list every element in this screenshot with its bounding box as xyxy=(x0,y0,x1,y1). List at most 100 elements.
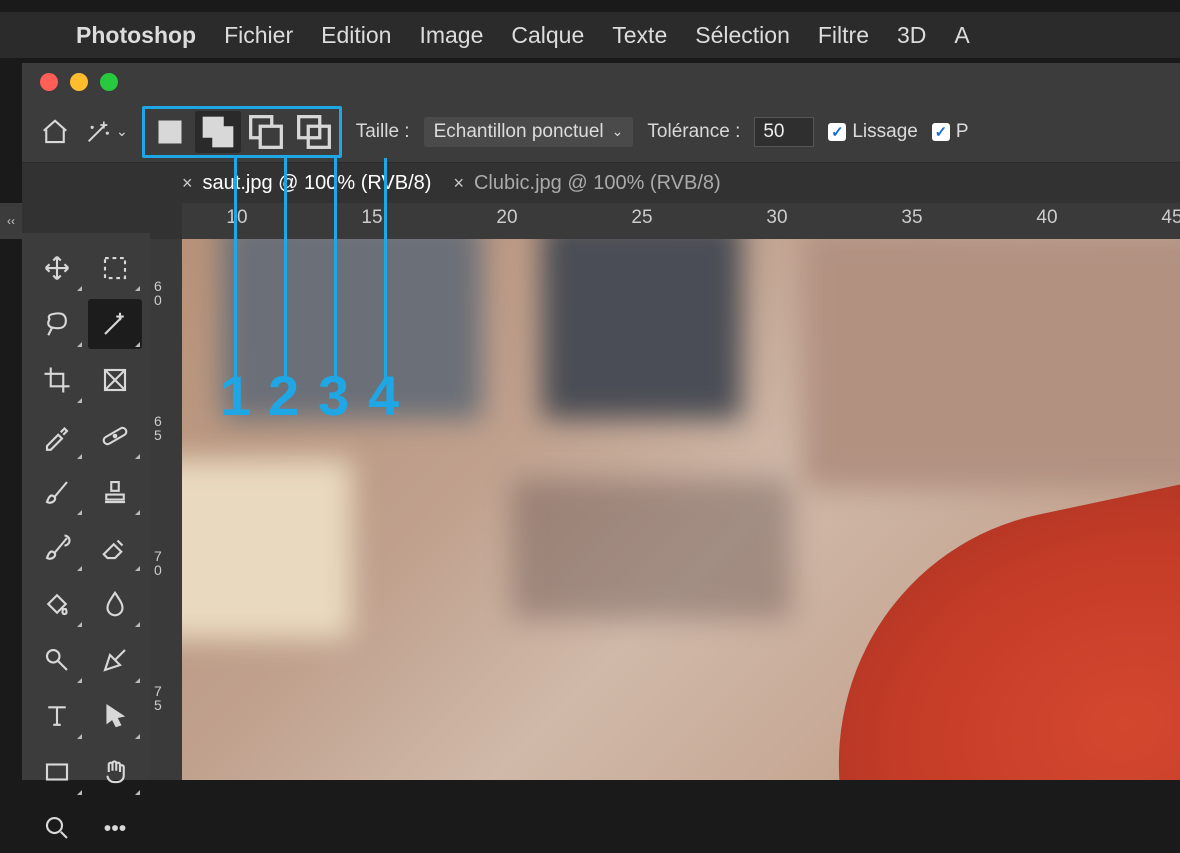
photo-subject xyxy=(791,480,1180,780)
paint-bucket-tool[interactable] xyxy=(30,579,84,629)
menu-selection[interactable]: Sélection xyxy=(695,22,790,49)
menu-filtre[interactable]: Filtre xyxy=(818,22,869,49)
document-tab[interactable]: × saut.jpg @ 100% (RVB/8) xyxy=(182,172,431,195)
photo-region xyxy=(802,239,1180,489)
taille-label: Taille : xyxy=(356,121,410,143)
droplet-icon xyxy=(100,589,130,619)
ruler-vertical[interactable]: 60 65 70 75 xyxy=(150,239,182,780)
lissage-checkbox[interactable]: ✓ Lissage xyxy=(828,121,918,143)
new-selection-button[interactable] xyxy=(147,111,193,153)
tab-label: Clubic.jpg @ 100% (RVB/8) xyxy=(474,172,721,195)
tolerance-input[interactable]: 50 xyxy=(754,117,814,147)
home-icon xyxy=(40,117,70,147)
ruler-tick: 10 xyxy=(217,207,257,229)
close-tab-icon[interactable]: × xyxy=(453,173,464,194)
magic-wand-icon xyxy=(100,309,130,339)
rectangle-tool[interactable] xyxy=(30,747,84,797)
frame-tool[interactable] xyxy=(88,355,142,405)
eyedropper-tool[interactable] xyxy=(30,411,84,461)
window-zoom-button[interactable] xyxy=(100,73,118,91)
lasso-icon xyxy=(42,309,72,339)
stamp-icon xyxy=(100,477,130,507)
tolerance-label: Tolérance : xyxy=(647,121,740,143)
add-to-selection-icon xyxy=(195,109,241,155)
zoom-tool[interactable] xyxy=(30,803,84,853)
eraser-tool[interactable] xyxy=(88,523,142,573)
lissage-label: Lissage xyxy=(852,121,918,143)
document-tab-bar: × saut.jpg @ 100% (RVB/8) × Clubic.jpg @… xyxy=(22,163,1180,203)
subtract-selection-icon xyxy=(243,109,289,155)
marquee-tool[interactable] xyxy=(88,243,142,293)
canvas[interactable] xyxy=(182,239,1180,780)
checkbox-checked-icon: ✓ xyxy=(828,123,846,141)
type-icon xyxy=(42,701,72,731)
magic-wand-icon xyxy=(84,118,112,146)
type-tool[interactable] xyxy=(30,691,84,741)
ruler-tick: 65 xyxy=(154,414,162,442)
ruler-tick: 30 xyxy=(757,207,797,229)
ruler-tick: 35 xyxy=(892,207,932,229)
p-label: P xyxy=(956,121,969,143)
hand-icon xyxy=(100,757,130,787)
ellipsis-icon xyxy=(100,813,130,843)
ruler-horizontal[interactable]: 10 15 20 25 30 35 40 45 xyxy=(182,203,1180,239)
panel-collapse-button[interactable]: ‹‹ xyxy=(0,203,22,239)
healing-brush-tool[interactable] xyxy=(88,411,142,461)
home-button[interactable] xyxy=(40,117,70,147)
eraser-icon xyxy=(100,533,130,563)
crop-tool[interactable] xyxy=(30,355,84,405)
move-icon xyxy=(42,253,72,283)
magic-wand-tool[interactable] xyxy=(88,299,142,349)
blur-tool[interactable] xyxy=(30,635,84,685)
ruler-tick: 70 xyxy=(154,549,162,577)
menu-calque[interactable]: Calque xyxy=(511,22,584,49)
menu-fichier[interactable]: Fichier xyxy=(224,22,293,49)
document-tab[interactable]: × Clubic.jpg @ 100% (RVB/8) xyxy=(453,172,720,195)
tool-preset-picker[interactable]: ⌄ xyxy=(84,118,128,146)
arrow-cursor-icon xyxy=(100,701,130,731)
toolbox xyxy=(22,233,150,780)
intersect-selection-button[interactable] xyxy=(291,111,337,153)
tab-label: saut.jpg @ 100% (RVB/8) xyxy=(203,172,432,195)
path-select-tool[interactable] xyxy=(88,691,142,741)
window-minimize-button[interactable] xyxy=(70,73,88,91)
history-brush-tool[interactable] xyxy=(30,523,84,573)
window-titlebar xyxy=(22,63,1180,101)
menu-edition[interactable]: Edition xyxy=(321,22,391,49)
close-tab-icon[interactable]: × xyxy=(182,173,193,194)
frame-icon xyxy=(100,365,130,395)
chevron-down-icon: ⌄ xyxy=(116,123,128,140)
options-bar: ⌄ Taille : xyxy=(22,101,1180,163)
brush-tool[interactable] xyxy=(30,467,84,517)
clone-stamp-tool[interactable] xyxy=(88,467,142,517)
menu-image[interactable]: Image xyxy=(419,22,483,49)
pen-tool[interactable] xyxy=(88,635,142,685)
menu-a[interactable]: A xyxy=(954,22,969,49)
ruler-tick: 60 xyxy=(154,279,162,307)
new-selection-icon xyxy=(147,109,193,155)
subtract-from-selection-button[interactable] xyxy=(243,111,289,153)
ruler-tick: 20 xyxy=(487,207,527,229)
edit-toolbar-button[interactable] xyxy=(88,803,142,853)
workspace: ‹‹ 10 1 xyxy=(22,203,1180,780)
lasso-tool[interactable] xyxy=(30,299,84,349)
eyedropper-icon xyxy=(42,421,72,451)
photo-region xyxy=(512,479,792,619)
add-to-selection-button[interactable] xyxy=(195,111,241,153)
marquee-icon xyxy=(100,253,130,283)
move-tool[interactable] xyxy=(30,243,84,293)
app-name-menu[interactable]: Photoshop xyxy=(76,22,196,49)
photo-region xyxy=(182,459,352,639)
window-close-button[interactable] xyxy=(40,73,58,91)
menu-3d[interactable]: 3D xyxy=(897,22,926,49)
ruler-tick: 15 xyxy=(352,207,392,229)
menu-texte[interactable]: Texte xyxy=(612,22,667,49)
taille-dropdown[interactable]: Echantillon ponctuel ⌄ xyxy=(424,117,634,147)
ruler-tick: 40 xyxy=(1027,207,1067,229)
chevron-down-icon: ⌄ xyxy=(612,123,624,140)
hand-tool[interactable] xyxy=(88,747,142,797)
checkbox-checked-icon: ✓ xyxy=(932,123,950,141)
dodge-tool[interactable] xyxy=(88,579,142,629)
p-checkbox[interactable]: ✓ P xyxy=(932,121,969,143)
ruler-tick: 25 xyxy=(622,207,662,229)
